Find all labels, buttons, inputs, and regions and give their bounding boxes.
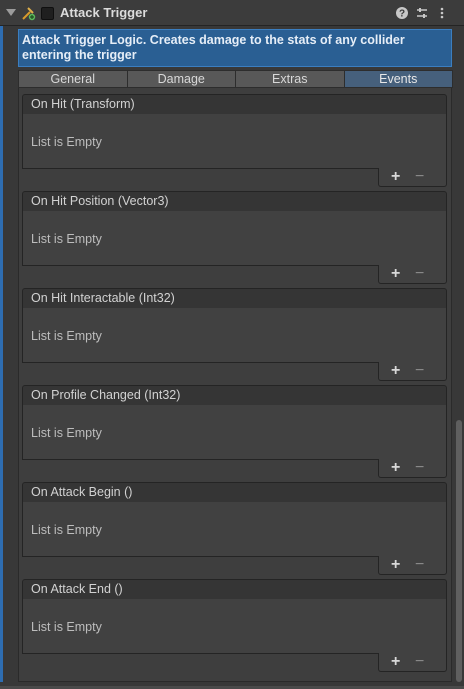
vertical-scrollbar[interactable] (456, 420, 462, 682)
empty-list-text: List is Empty (31, 426, 102, 440)
remove-item-button[interactable]: − (415, 168, 424, 186)
tab-extras[interactable]: Extras (235, 70, 345, 88)
add-item-button[interactable]: + (391, 653, 400, 671)
add-item-button[interactable]: + (391, 556, 400, 574)
event-on-attack-end: On Attack End () List is Empty + − (22, 579, 447, 674)
tab-damage[interactable]: Damage (126, 70, 236, 88)
empty-list-text: List is Empty (31, 232, 102, 246)
empty-list-text: List is Empty (31, 329, 102, 343)
event-on-hit-interactable: On Hit Interactable (Int32) List is Empt… (22, 288, 447, 383)
component-title: Attack Trigger (60, 5, 148, 20)
list-footer: + − (378, 265, 447, 284)
event-list: List is Empty (22, 502, 447, 557)
list-footer: + − (378, 556, 447, 575)
enabled-checkbox[interactable] (41, 7, 54, 20)
foldout-arrow-icon[interactable] (6, 9, 16, 16)
event-title: On Attack End () (22, 579, 447, 600)
list-footer: + − (378, 362, 447, 381)
add-item-button[interactable]: + (391, 168, 400, 186)
add-item-button[interactable]: + (391, 265, 400, 283)
remove-item-button[interactable]: − (415, 265, 424, 283)
selection-accent-strip (0, 25, 3, 682)
empty-list-text: List is Empty (31, 523, 102, 537)
event-list: List is Empty (22, 114, 447, 169)
list-footer: + − (378, 459, 447, 478)
tab-events[interactable]: Events (343, 70, 453, 88)
event-list: List is Empty (22, 308, 447, 363)
event-list: List is Empty (22, 599, 447, 654)
add-item-button[interactable]: + (391, 459, 400, 477)
event-on-attack-begin: On Attack Begin () List is Empty + − (22, 482, 447, 577)
remove-item-button[interactable]: − (415, 362, 424, 380)
event-on-hit: On Hit (Transform) List is Empty + − (22, 94, 447, 189)
remove-item-button[interactable]: − (415, 556, 424, 574)
event-title: On Profile Changed (Int32) (22, 385, 447, 406)
event-title: On Hit Position (Vector3) (22, 191, 447, 212)
script-component-icon (22, 7, 36, 21)
event-title: On Hit Interactable (Int32) (22, 288, 447, 309)
component-header[interactable]: Attack Trigger ? (0, 0, 464, 26)
add-item-button[interactable]: + (391, 362, 400, 380)
tab-bar: General Damage Extras Events (18, 70, 453, 88)
component-description: Attack Trigger Logic. Creates damage to … (18, 29, 452, 67)
list-footer: + − (378, 168, 447, 187)
event-title: On Hit (Transform) (22, 94, 447, 115)
event-title: On Attack Begin () (22, 482, 447, 503)
svg-text:?: ? (399, 9, 405, 20)
remove-item-button[interactable]: − (415, 459, 424, 477)
empty-list-text: List is Empty (31, 620, 102, 634)
more-icon[interactable] (435, 6, 449, 20)
presets-icon[interactable] (415, 6, 429, 20)
empty-list-text: List is Empty (31, 135, 102, 149)
list-footer: + − (378, 653, 447, 672)
remove-item-button[interactable]: − (415, 653, 424, 671)
help-icon[interactable]: ? (395, 6, 409, 20)
event-on-profile-changed: On Profile Changed (Int32) List is Empty… (22, 385, 447, 480)
event-list: List is Empty (22, 405, 447, 460)
tab-general[interactable]: General (18, 70, 128, 88)
inspector-component: Attack Trigger ? Attack Trigger Logic. C… (0, 0, 464, 689)
event-on-hit-position: On Hit Position (Vector3) List is Empty … (22, 191, 447, 286)
event-list: List is Empty (22, 211, 447, 266)
